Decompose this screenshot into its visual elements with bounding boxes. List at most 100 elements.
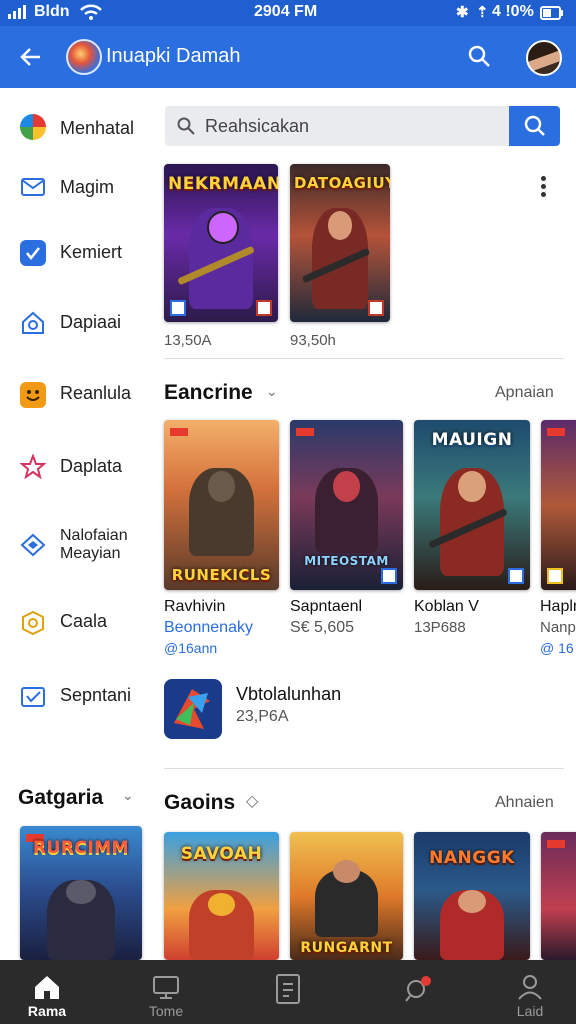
- game-name[interactable]: Ravhivin: [164, 598, 225, 616]
- sidebar-item-label: Dapiaai: [60, 312, 122, 332]
- sidebar-item-label: Nalofaian: [60, 527, 128, 544]
- profile-icon: [516, 974, 544, 1000]
- game-card[interactable]: NEKRMAAN: [164, 164, 278, 322]
- location-icon: ⇡: [476, 4, 489, 21]
- poster-badge: [368, 300, 384, 316]
- poster-title: MAUIGN: [431, 430, 513, 450]
- sidebar-item-kemiert[interactable]: Kemiert: [0, 236, 150, 292]
- clock: 2904 FM: [254, 3, 318, 20]
- app-logo: [66, 39, 102, 75]
- poster-bottom-title: MITEOSTAM: [304, 554, 389, 568]
- coin-icon: [20, 610, 46, 636]
- sidebar-item-label: Sepntani: [60, 685, 132, 705]
- game-card[interactable]: RURCIMM: [20, 826, 142, 960]
- wifi-icon: [80, 4, 102, 25]
- home-shield-icon: [20, 310, 46, 336]
- poster-badge: [256, 300, 272, 316]
- document-icon: [274, 974, 302, 1004]
- sidebar-item-sepntani[interactable]: Sepntani: [0, 680, 150, 736]
- mail-icon: [20, 174, 46, 200]
- smiley-icon: [20, 382, 46, 408]
- poster-bottom-title: RUNEKICLS: [171, 566, 272, 584]
- color-wheel-icon: [20, 114, 46, 140]
- app-title: Inuapki Damah: [106, 45, 241, 67]
- nav-item-notifications[interactable]: [372, 960, 462, 1024]
- poster-tag: [547, 428, 565, 436]
- game-card[interactable]: MAUIGN: [414, 420, 530, 590]
- sidebar-item-daplata[interactable]: Daplata: [0, 450, 150, 506]
- poster-badge: [170, 300, 186, 316]
- sidebar-item-menhatal[interactable]: Menhatal: [0, 106, 150, 162]
- sidebar-item-label: Kemiert: [60, 242, 123, 262]
- game-meta: @ 16: [540, 640, 574, 656]
- see-all-link[interactable]: Ahnaien: [495, 794, 554, 812]
- poster-helmet: [66, 879, 96, 904]
- game-card[interactable]: [541, 832, 576, 960]
- search-input[interactable]: Reahsicakan: [165, 106, 510, 146]
- sidebar-item-caala[interactable]: Caala: [0, 606, 150, 662]
- section-title: Gaoins: [164, 791, 236, 814]
- more-options-icon[interactable]: [541, 176, 547, 200]
- poster-title: NEKRMAAN: [168, 174, 278, 194]
- nav-item-tome[interactable]: Tome: [121, 960, 211, 1024]
- sidebar-item-label: Caala: [60, 611, 108, 631]
- carrier-label: Bldn: [34, 3, 70, 20]
- sidebar-item-label-2: Meayian: [60, 545, 121, 562]
- sidebar-item-label: Menhatal: [60, 118, 135, 138]
- game-name[interactable]: Haplr: [540, 598, 576, 616]
- battery-icon: [540, 6, 564, 25]
- poster-head: [458, 471, 486, 502]
- search-icon[interactable]: [466, 43, 492, 69]
- see-all-link[interactable]: Apnaian: [495, 384, 554, 402]
- nav-label: Tome: [148, 1003, 184, 1019]
- game-card[interactable]: DATOAGIUY: [290, 164, 390, 322]
- poster-tag: [296, 428, 314, 436]
- game-card[interactable]: NANGGK: [414, 832, 530, 960]
- poster-badge: [547, 568, 563, 584]
- divider: [164, 768, 564, 769]
- poster-head: [332, 471, 361, 502]
- badge-icon: [20, 532, 46, 558]
- download-count: 93,50h: [290, 332, 336, 349]
- poster-head: [458, 889, 486, 913]
- avatar[interactable]: [526, 40, 562, 76]
- sidebar-item-reanlula[interactable]: Reanlula: [0, 378, 150, 434]
- app-bar: Inuapki Damah: [0, 26, 576, 88]
- sidebar-item-magim[interactable]: Magim: [0, 168, 150, 224]
- poster-tag: [170, 428, 188, 436]
- status-bar: Bldn 2904 FM ✱ ⇡ 4 !0%: [0, 0, 576, 26]
- search-glass-icon: [177, 117, 195, 135]
- sidebar-item-label: Daplata: [60, 456, 123, 476]
- search-button[interactable]: [509, 106, 560, 146]
- chevron-down-icon[interactable]: ⌄: [122, 787, 134, 804]
- game-name[interactable]: Koblan V: [414, 598, 479, 616]
- game-name[interactable]: Sapntaenl: [290, 598, 362, 616]
- game-card[interactable]: MITEOSTAM: [290, 420, 403, 590]
- sidebar-item-nalofaian[interactable]: Nalofaian Meayian: [0, 522, 150, 578]
- nav-item-document[interactable]: [243, 960, 333, 1024]
- poster-helmet: [207, 471, 236, 502]
- game-card[interactable]: RUNEKICLS: [164, 420, 279, 590]
- sidebar-item-dapiaai[interactable]: Dapiaai: [0, 306, 150, 362]
- game-card[interactable]: SAVOAH: [164, 832, 279, 960]
- chevron-down-icon[interactable]: ⌄: [266, 383, 278, 400]
- back-arrow-icon[interactable]: [18, 41, 44, 76]
- game-subtitle: Beonnenaky: [164, 619, 253, 636]
- game-card[interactable]: RUNGARNT: [290, 832, 403, 960]
- nav-item-laid[interactable]: Laid: [485, 960, 575, 1024]
- mail-check-icon: [20, 684, 46, 710]
- section-title: Gatgaria: [18, 786, 104, 809]
- search-placeholder: Reahsicakan: [205, 116, 310, 136]
- bluetooth-icon: ✱: [456, 4, 469, 21]
- app-name[interactable]: Vbtolalunhan: [236, 684, 341, 705]
- notification-icon: [403, 974, 431, 1002]
- signal-icon: [8, 5, 28, 24]
- app-icon[interactable]: [164, 679, 222, 739]
- game-subtitle: Nanp: [540, 619, 576, 636]
- nav-item-rama[interactable]: Rama: [2, 960, 92, 1024]
- poster-title: RURCIMM: [32, 838, 130, 858]
- poster-bottom-title: RUNGARNT: [300, 940, 393, 956]
- diamond-icon[interactable]: ◇: [246, 791, 258, 811]
- download-count: 13,50A: [164, 332, 212, 349]
- game-card[interactable]: [541, 420, 576, 590]
